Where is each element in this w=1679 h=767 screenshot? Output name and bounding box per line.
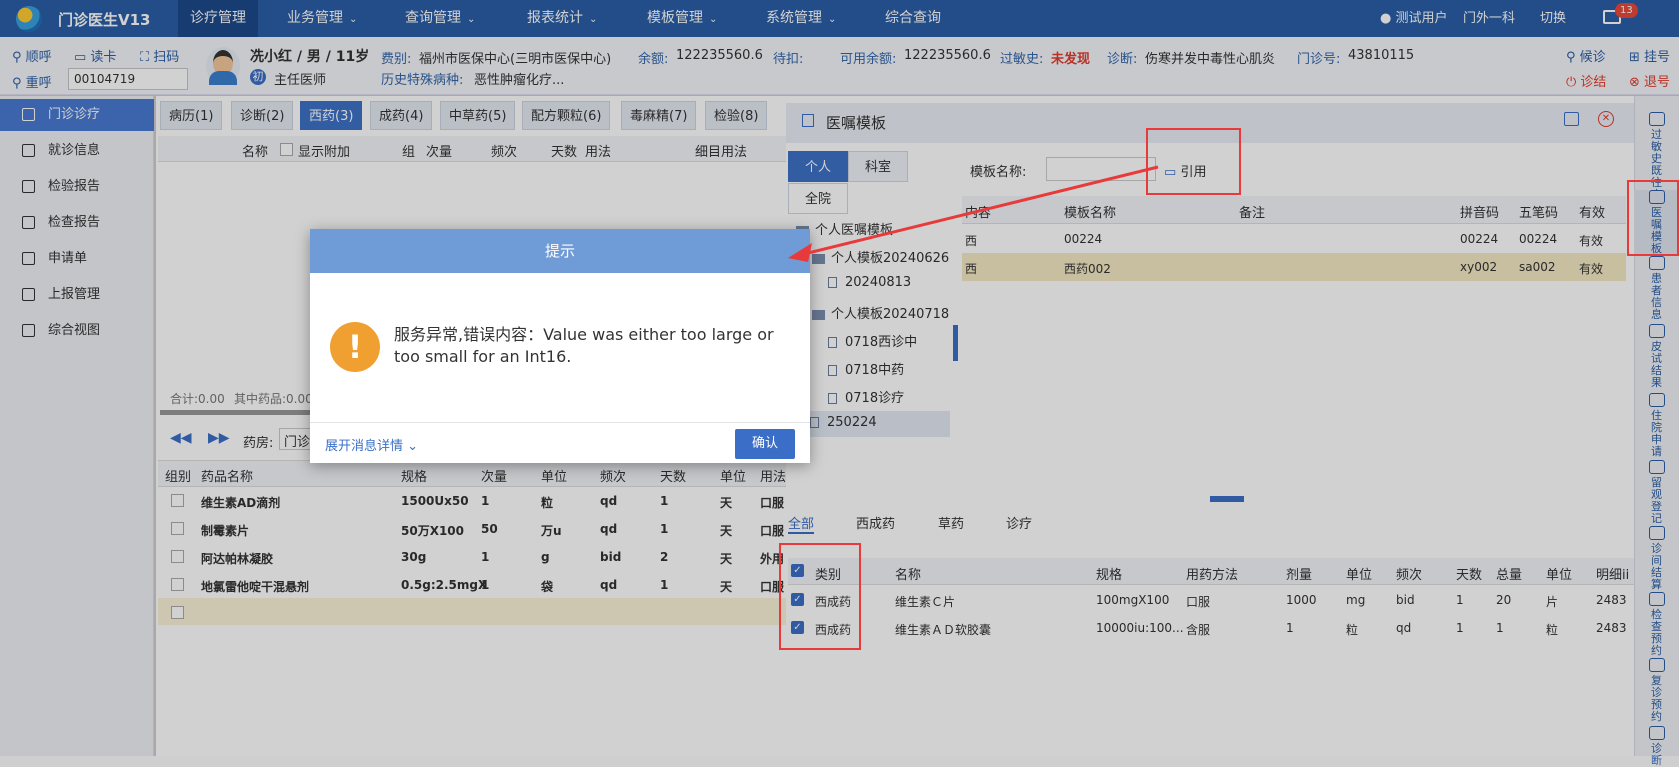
annotation-arrow (788, 165, 1159, 262)
